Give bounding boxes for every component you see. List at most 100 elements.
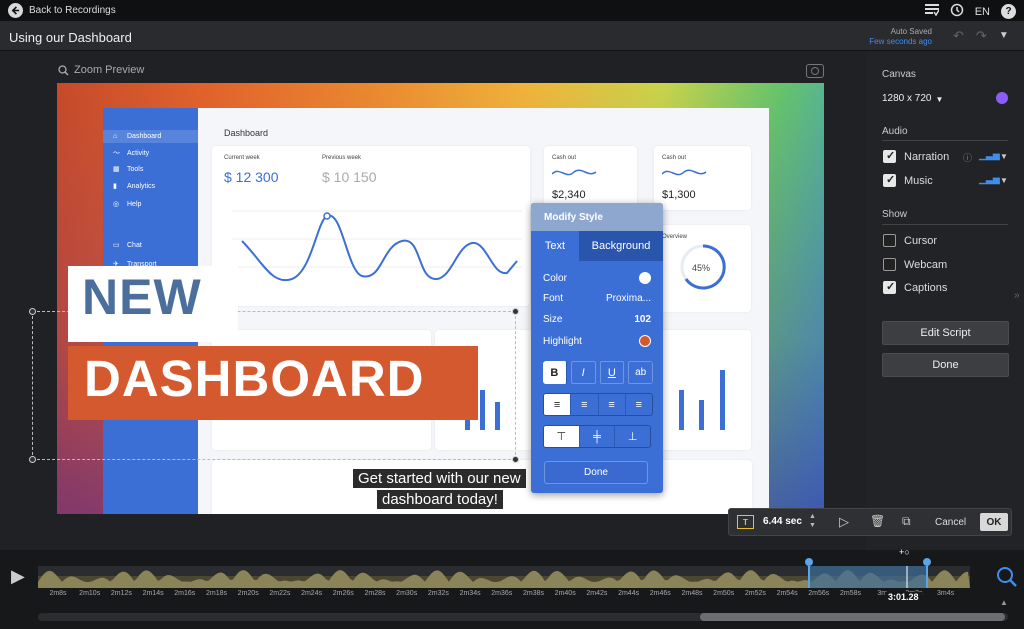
undo-icon[interactable]: ↶ (953, 28, 964, 44)
back-label: Back to Recordings (29, 5, 116, 16)
autosave-label: Auto Saved (890, 27, 932, 36)
align-left-icon[interactable]: ≡ (544, 394, 572, 415)
time-tick-label: 2m46s (649, 590, 671, 597)
history-icon[interactable] (950, 3, 964, 20)
ok-button[interactable]: OK (980, 513, 1008, 531)
new-title-text[interactable]: NEW (82, 268, 202, 326)
time-tick-label: 2m26s (332, 590, 354, 597)
time-tick-label: 2m58s (839, 590, 862, 597)
align-top-icon[interactable]: ⊤ (544, 426, 580, 447)
play-icon[interactable]: ▶ (11, 566, 25, 587)
modify-style-panel: Modify Style Text Background Color Font P… (531, 203, 663, 493)
dashboard-title: Dashboard (224, 128, 269, 138)
project-title[interactable]: Using our Dashboard (9, 30, 132, 45)
bar-card (654, 330, 751, 450)
trash-icon[interactable]: 🗑 (870, 514, 885, 528)
text-style-buttons: B I U ab (543, 361, 653, 384)
captions-menu-icon[interactable] (924, 4, 940, 19)
cancel-button[interactable]: Cancel (935, 517, 966, 528)
align-bottom-icon[interactable]: ⊥ (615, 426, 650, 447)
align-right-icon[interactable]: ≡ (599, 394, 626, 415)
time-tick-label: 2m40s (554, 590, 576, 597)
strikethrough-button[interactable]: ab (628, 361, 653, 384)
font-value[interactable]: Proxima... (606, 293, 651, 304)
captions-checkbox[interactable] (883, 280, 896, 294)
resize-handle[interactable] (512, 456, 519, 463)
autosave-status: Auto Saved Few seconds ago (836, 27, 932, 47)
font-row[interactable]: Font Proxima... (543, 293, 651, 304)
highlight-row[interactable]: Highlight (543, 335, 651, 347)
overview-card: Overview 45% (654, 225, 751, 312)
canvas-color-swatch[interactable] (996, 92, 1008, 104)
cash-out-value: $2,340 (552, 189, 586, 201)
narration-label: Narration (904, 151, 950, 163)
resize-handle[interactable] (29, 456, 36, 463)
size-row[interactable]: Size 102 (543, 314, 651, 325)
language-selector[interactable]: EN (975, 6, 990, 18)
audio-track[interactable] (38, 556, 970, 588)
clip-end-handle[interactable] (923, 558, 931, 566)
resize-handle[interactable] (512, 308, 519, 315)
chevron-down-icon: ▼ (935, 95, 944, 104)
duplicate-icon[interactable]: ⧉ (902, 514, 911, 529)
dashboard-title-text[interactable]: DASHBOARD (84, 349, 425, 408)
tab-text[interactable]: Text (531, 231, 579, 261)
color-swatch[interactable] (639, 272, 651, 284)
volume-bars-icon[interactable]: ▁▃▅ (979, 150, 1000, 161)
bold-button[interactable]: B (543, 361, 567, 384)
search-icon[interactable] (996, 566, 1018, 593)
back-to-recordings-link[interactable]: Back to Recordings (8, 3, 116, 18)
top-bar (0, 0, 1024, 22)
sparkline (552, 169, 597, 176)
divider (882, 140, 1008, 141)
clip-start-handle[interactable] (805, 558, 813, 566)
time-tick-label: 2m14s (142, 590, 164, 597)
panel-collapse-icon[interactable]: » (1014, 290, 1020, 301)
tab-background[interactable]: Background (579, 231, 663, 261)
italic-button[interactable]: I (570, 361, 596, 384)
webcam-label: Webcam (904, 259, 948, 271)
overview-label: Overview (662, 234, 688, 240)
redo-icon[interactable]: ↷ (976, 28, 987, 44)
canvas-size-dropdown[interactable]: 1280 x 720 ▼ (882, 93, 943, 104)
time-tick-label: 2m24s (301, 590, 323, 597)
cursor-checkbox[interactable] (883, 234, 896, 247)
zoom-preview-button[interactable]: Zoom Preview (58, 64, 144, 76)
modify-style-done-button[interactable]: Done (544, 461, 648, 484)
edit-script-button[interactable]: Edit Script (882, 321, 1009, 345)
play-clip-icon[interactable]: ▷ (839, 514, 849, 530)
align-middle-icon[interactable]: ╪ (580, 426, 616, 447)
chevron-down-icon[interactable]: ▼ (1000, 152, 1008, 161)
playhead-marker-icon[interactable]: +○ (899, 547, 910, 557)
align-center-icon[interactable]: ≡ (571, 394, 599, 415)
time-tick-label: 2m56s (808, 590, 830, 597)
camera-icon[interactable] (806, 64, 824, 78)
zoom-preview-label: Zoom Preview (74, 64, 145, 76)
current-week-label: Current week (224, 155, 260, 161)
done-button[interactable]: Done (882, 353, 1009, 377)
chevron-down-icon[interactable]: ▼ (1000, 176, 1008, 185)
volume-bars-icon[interactable]: ▁▃▅ (979, 174, 1000, 185)
modify-style-tabs: Text Background (531, 231, 663, 261)
time-tick-label: 2m30s (396, 590, 418, 597)
highlight-swatch[interactable] (639, 335, 651, 347)
underline-button[interactable]: U (599, 361, 625, 384)
size-value[interactable]: 102 (634, 314, 651, 325)
narration-checkbox[interactable] (883, 149, 896, 163)
time-tick-label: 2m38s (522, 590, 545, 597)
color-row[interactable]: Color (543, 272, 651, 284)
resize-handle[interactable] (29, 308, 36, 315)
time-tick-label: 2m10s (79, 590, 101, 597)
duration-stepper-icon[interactable]: ▲ ▼ (809, 512, 816, 530)
dash-nav-item: 〜 Activity (113, 149, 150, 158)
clip-duration[interactable]: 6.44 sec (763, 516, 802, 527)
music-checkbox[interactable] (883, 173, 896, 187)
captions-label: Captions (904, 282, 948, 294)
webcam-checkbox[interactable] (883, 258, 896, 271)
timeline-scroll-thumb[interactable] (700, 613, 1005, 621)
help-icon[interactable]: ? (1001, 4, 1016, 19)
chevron-down-icon[interactable]: ▼ (999, 30, 1009, 44)
align-justify-icon[interactable]: ≡ (626, 394, 652, 415)
time-tick-label: 2m20s (237, 590, 259, 597)
time-tick-label: 2m48s (681, 590, 703, 597)
